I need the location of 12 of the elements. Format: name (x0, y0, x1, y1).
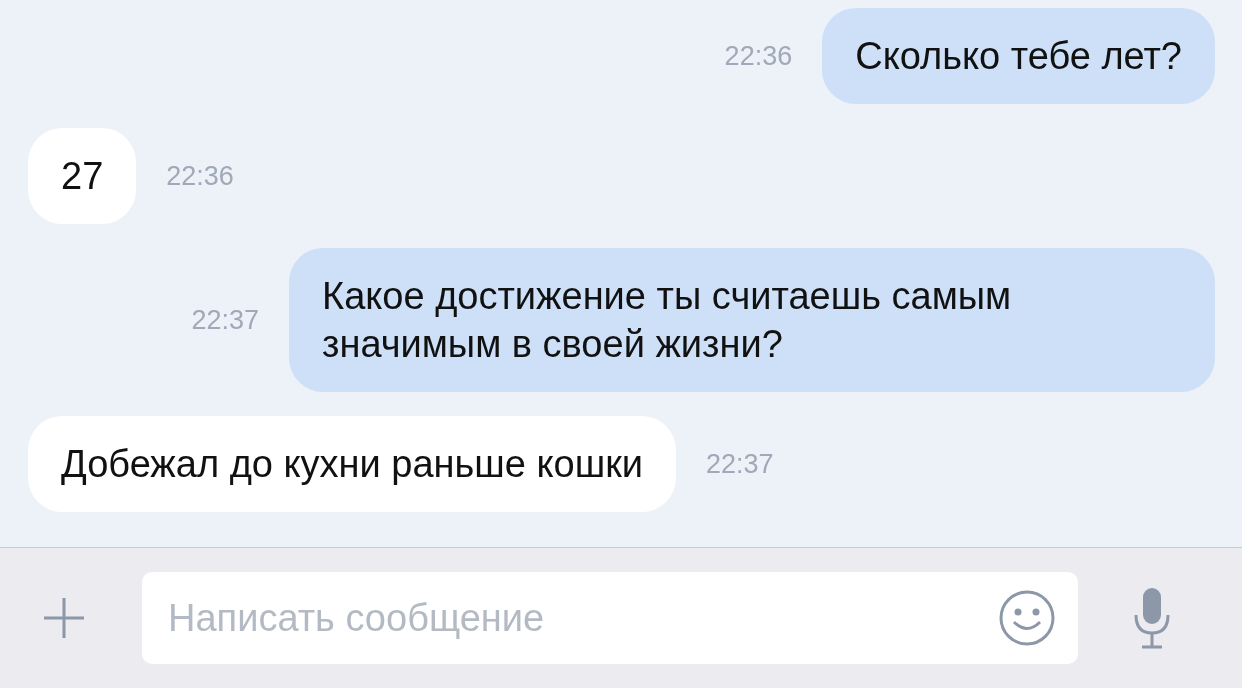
message-time: 22:37 (706, 448, 774, 480)
message-time: 22:37 (191, 304, 259, 336)
message-bubble: Добежал до кухни раньше кошки (28, 416, 677, 512)
message-bubble: Какое достижение ты считаешь самым значимым в своей жизни? (289, 248, 1215, 392)
message-bubble: 27 (28, 128, 137, 224)
message-bubble: Сколько тебе лет? (822, 8, 1215, 104)
plus-icon[interactable] (42, 596, 86, 640)
message-input-field[interactable]: Написать сообщение (142, 572, 1078, 664)
microphone-icon[interactable] (1134, 587, 1170, 649)
smiley-icon[interactable] (998, 589, 1056, 647)
message-time: 22:36 (166, 160, 234, 192)
message-time: 22:36 (724, 40, 793, 72)
